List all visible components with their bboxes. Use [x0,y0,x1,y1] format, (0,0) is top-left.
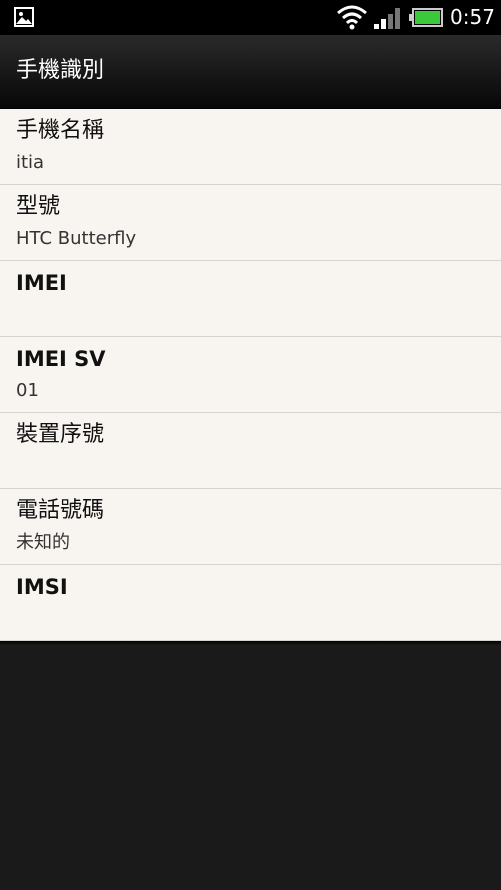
list-item-value: 未知的 [16,532,70,553]
battery-icon [409,8,443,27]
list-item-label: 裝置序號 [16,422,105,447]
list-item-value: itia [16,152,45,173]
list-item-serial-number: 裝置序號 [0,413,501,489]
list-item-label: IMEI SV [16,347,106,371]
list-item-model: 型號 HTC Butterfly [0,185,501,261]
list-item-label: IMEI [16,271,67,295]
wifi-icon [337,5,367,30]
image-notification-icon [14,7,34,27]
list-item-label: 手機名稱 [16,118,105,143]
list-item-value: HTC Butterfly [16,228,137,249]
list-item-label: 電話號碼 [16,498,105,523]
list-item-phone-name: 手機名稱 itia [0,109,501,185]
list-item-imei: IMEI [0,261,501,337]
list-shadow [0,641,501,645]
title-bar: 手機識別 [0,35,501,109]
list-item-label: IMSI [16,575,68,599]
status-bar: 0:57 [0,0,501,35]
list-item-imsi: IMSI [0,565,501,641]
status-time: 0:57 [450,5,495,29]
info-list: 手機名稱 itia 型號 HTC Butterfly IMEI IMEI SV … [0,109,501,641]
list-item-phone-number: 電話號碼 未知的 [0,489,501,565]
list-item-label: 型號 [16,194,61,219]
signal-icon [374,8,400,29]
list-item-imei-sv: IMEI SV 01 [0,337,501,413]
page-title: 手機識別 [16,58,105,83]
list-item-value: 01 [16,380,39,401]
